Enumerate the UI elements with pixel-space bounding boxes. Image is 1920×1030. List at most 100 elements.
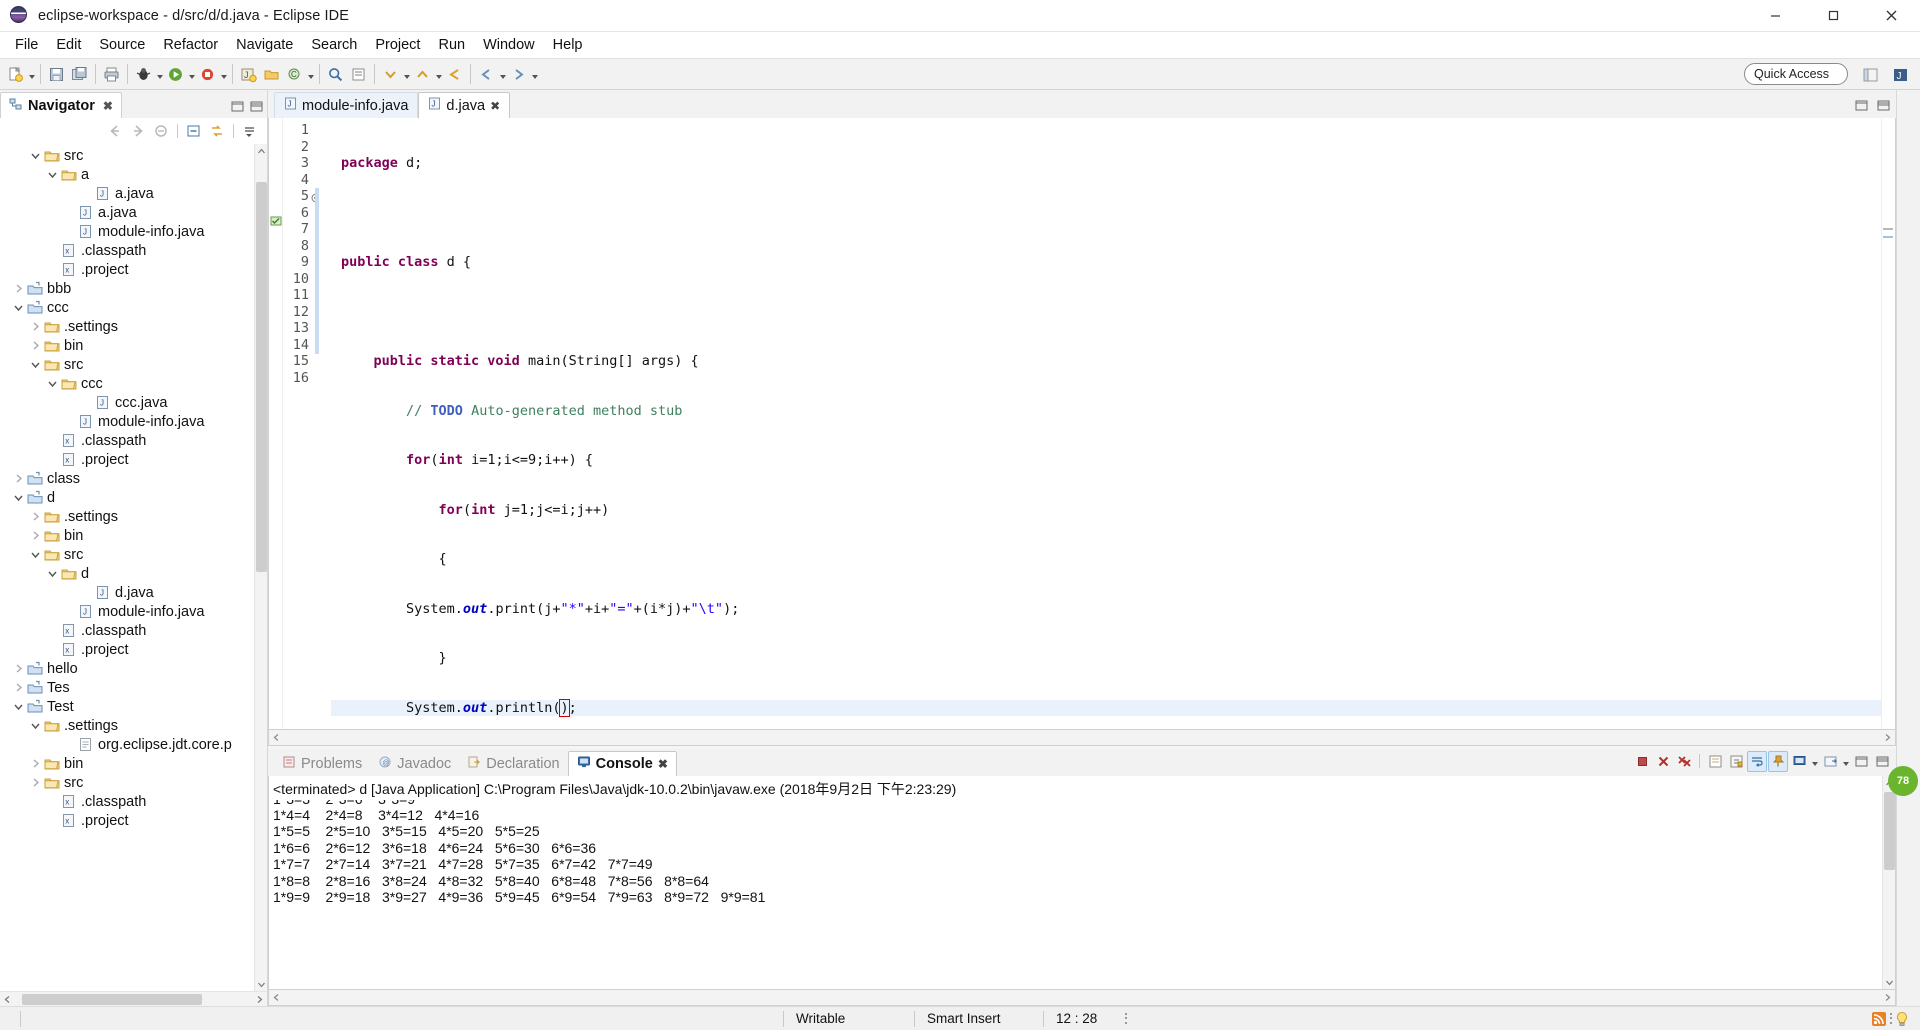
forward-icon[interactable] xyxy=(507,62,530,86)
tab-module-info-java[interactable]: J module-info.java xyxy=(274,92,419,118)
tree-item--classpath[interactable]: x .classpath xyxy=(0,241,267,260)
editor-horizontal-scrollbar[interactable] xyxy=(268,730,1896,746)
collapse-all-icon[interactable] xyxy=(183,120,205,142)
console-vertical-scrollbar[interactable] xyxy=(1882,776,1895,989)
notification-badge[interactable]: 78 xyxy=(1888,766,1918,796)
menu-refactor[interactable]: Refactor xyxy=(154,34,227,56)
chevron-down-icon[interactable] xyxy=(10,492,26,503)
code-text[interactable]: package d; public class d { public stati… xyxy=(331,118,1895,729)
tree-item-d[interactable]: d xyxy=(0,488,267,507)
editor-marker-bar[interactable] xyxy=(269,118,283,729)
tree-item--classpath[interactable]: x .classpath xyxy=(0,792,267,811)
console-horizontal-scrollbar[interactable] xyxy=(268,990,1896,1006)
menu-navigate[interactable]: Navigate xyxy=(227,34,302,56)
tree-item--settings[interactable]: .settings xyxy=(0,507,267,526)
link-with-editor-icon[interactable] xyxy=(206,120,228,142)
debug-icon[interactable] xyxy=(132,62,155,86)
console-scroll-thumb[interactable] xyxy=(1884,792,1895,870)
terminate-icon[interactable] xyxy=(1632,751,1652,772)
tab-d-java[interactable]: J d.java ✖ xyxy=(418,92,511,118)
minimize-button[interactable] xyxy=(1746,0,1804,32)
tree-item-bin[interactable]: bin xyxy=(0,336,267,355)
chevron-down-icon[interactable] xyxy=(27,150,43,161)
previous-annotation-dropdown-icon[interactable] xyxy=(434,62,443,86)
tree-item-src[interactable]: src xyxy=(0,355,267,374)
tree-item-class[interactable]: class xyxy=(0,469,267,488)
new-package-icon[interactable] xyxy=(260,62,283,86)
scroll-up-icon[interactable] xyxy=(255,144,267,158)
chevron-down-icon[interactable] xyxy=(44,568,60,579)
console-output[interactable]: <terminated> d [Java Application] C:\Pro… xyxy=(268,776,1896,990)
menu-project[interactable]: Project xyxy=(366,34,429,56)
forward-dropdown-icon[interactable] xyxy=(530,62,539,86)
tree-item-module-info-java[interactable]: Jmodule-info.java xyxy=(0,412,267,431)
chevron-down-icon[interactable] xyxy=(27,549,43,560)
menu-help[interactable]: Help xyxy=(544,34,592,56)
menu-file[interactable]: File xyxy=(6,34,47,56)
chevron-right-icon[interactable] xyxy=(10,682,26,693)
scroll-right-icon[interactable] xyxy=(252,992,267,1007)
chevron-down-icon[interactable] xyxy=(27,720,43,731)
tree-item-bin[interactable]: bin xyxy=(0,526,267,545)
chevron-right-icon[interactable] xyxy=(27,511,43,522)
new-java-project-icon[interactable]: J xyxy=(237,62,260,86)
chevron-down-icon[interactable] xyxy=(10,701,26,712)
minimize-icon[interactable] xyxy=(230,99,244,113)
scroll-left-icon[interactable] xyxy=(0,992,15,1007)
chevron-right-icon[interactable] xyxy=(27,321,43,332)
tree-item--classpath[interactable]: x .classpath xyxy=(0,431,267,450)
tree-item-ccc[interactable]: ccc xyxy=(0,374,267,393)
view-menu-icon[interactable] xyxy=(239,120,261,142)
quick-access-input[interactable]: Quick Access xyxy=(1744,63,1848,85)
chevron-down-icon[interactable] xyxy=(10,302,26,313)
chevron-right-icon[interactable] xyxy=(27,530,43,541)
chevron-down-icon[interactable] xyxy=(44,169,60,180)
external-dropdown-icon[interactable] xyxy=(219,62,228,86)
scroll-right-icon[interactable] xyxy=(1880,990,1895,1005)
chevron-right-icon[interactable] xyxy=(10,473,26,484)
tree-item--project[interactable]: x .project xyxy=(0,450,267,469)
menu-window[interactable]: Window xyxy=(474,34,544,56)
scroll-left-icon[interactable] xyxy=(269,990,284,1005)
scroll-right-icon[interactable] xyxy=(1880,730,1895,745)
tree-item-a[interactable]: a xyxy=(0,165,267,184)
pin-console-icon[interactable] xyxy=(1768,750,1788,772)
chevron-right-icon[interactable] xyxy=(10,283,26,294)
tab-problems[interactable]: Problems xyxy=(274,751,370,776)
back-icon[interactable] xyxy=(104,120,126,142)
chevron-right-icon[interactable] xyxy=(27,758,43,769)
close-button[interactable] xyxy=(1862,0,1920,32)
navigator-hscroll-thumb[interactable] xyxy=(22,993,202,1005)
class-dropdown-icon[interactable] xyxy=(306,62,315,86)
tree-item-bin[interactable]: bin xyxy=(0,754,267,773)
next-annotation-dropdown-icon[interactable] xyxy=(402,62,411,86)
tree-item--project[interactable]: x .project xyxy=(0,260,267,279)
status-resize-handle[interactable] xyxy=(1124,1012,1127,1026)
chevron-right-icon[interactable] xyxy=(27,340,43,351)
run-external-tools-icon[interactable] xyxy=(196,62,219,86)
scroll-lock-icon[interactable] xyxy=(1726,751,1746,772)
navigator-scroll-thumb[interactable] xyxy=(256,182,267,572)
tree-item-bbb[interactable]: bbb xyxy=(0,279,267,298)
tree-item-module-info-java[interactable]: Jmodule-info.java xyxy=(0,222,267,241)
java-perspective-icon[interactable]: J xyxy=(1888,63,1914,87)
display-selected-console-icon[interactable] xyxy=(1789,751,1809,772)
scroll-down-icon[interactable] xyxy=(255,977,267,991)
tree-item-hello[interactable]: hello xyxy=(0,659,267,678)
tree-item-a-java[interactable]: Ja.java xyxy=(0,203,267,222)
tree-item-ccc[interactable]: ccc xyxy=(0,298,267,317)
maximize-icon[interactable] xyxy=(1872,751,1892,772)
remove-all-launches-icon[interactable] xyxy=(1674,751,1694,772)
scroll-left-icon[interactable] xyxy=(269,730,284,745)
last-edit-location-icon[interactable] xyxy=(443,62,466,86)
back-dropdown-icon[interactable] xyxy=(498,62,507,86)
open-console-icon[interactable] xyxy=(1820,751,1840,772)
tree-item--project[interactable]: x .project xyxy=(0,811,267,830)
new-class-icon[interactable]: C xyxy=(283,62,306,86)
maximize-icon[interactable] xyxy=(249,99,263,113)
close-icon[interactable]: ✖ xyxy=(658,757,668,771)
editor-overview-ruler[interactable] xyxy=(1881,118,1895,729)
save-icon[interactable] xyxy=(45,62,68,86)
minimize-icon[interactable] xyxy=(1854,98,1868,112)
tab-console[interactable]: Console ✖ xyxy=(567,751,677,776)
